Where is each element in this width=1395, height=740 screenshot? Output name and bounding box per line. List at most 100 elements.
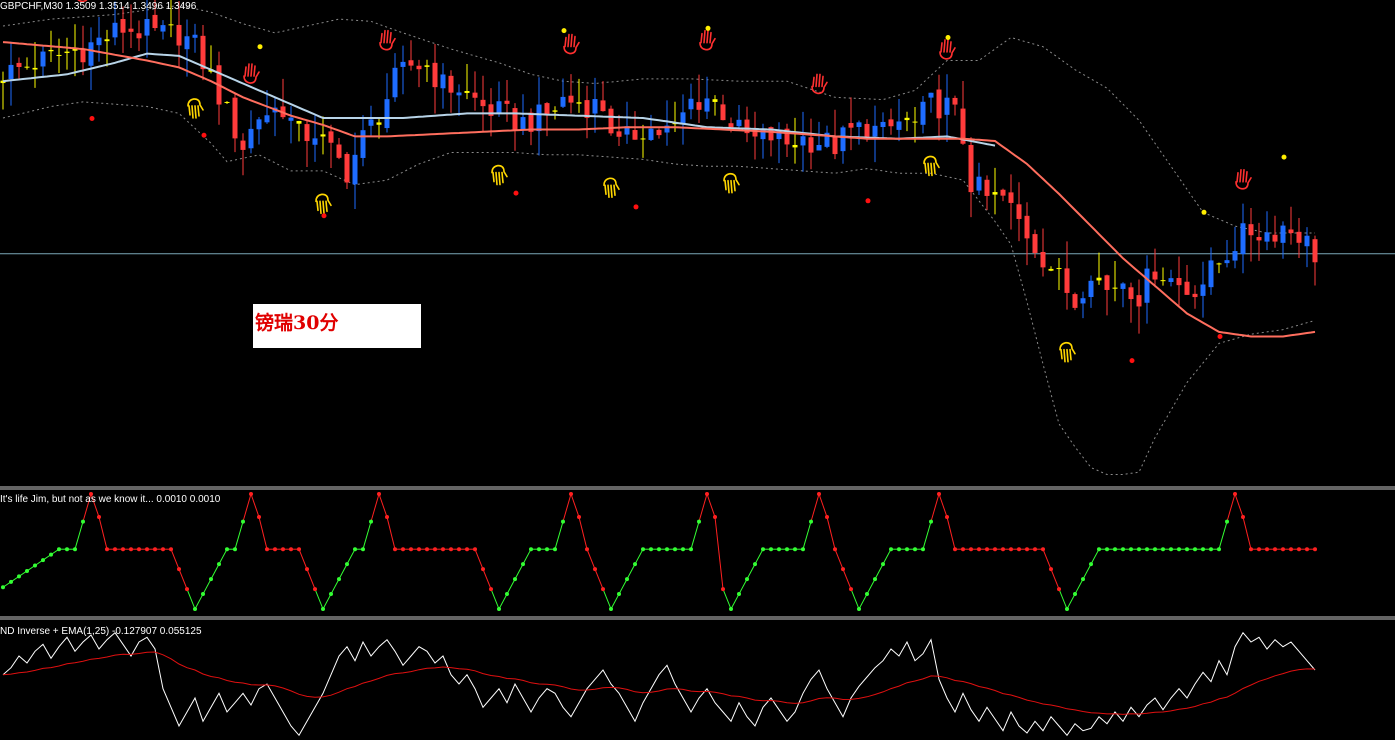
indicator-1-point bbox=[145, 547, 149, 552]
indicator-1-point bbox=[201, 592, 205, 597]
hand-finger bbox=[1063, 348, 1066, 363]
candle-body bbox=[368, 119, 374, 126]
indicator-1-point bbox=[849, 587, 853, 592]
indicator-1-point bbox=[217, 562, 221, 567]
indicator-1-point bbox=[825, 515, 829, 519]
indicator-1-point bbox=[777, 547, 781, 552]
indicator-1-point bbox=[489, 587, 493, 592]
indicator-1-point bbox=[737, 592, 741, 597]
hand-finger bbox=[700, 32, 703, 44]
indicator-1-point bbox=[121, 547, 125, 552]
hand-finger bbox=[1066, 348, 1069, 363]
indicator-1-point bbox=[1297, 547, 1301, 552]
indicator-1-point bbox=[969, 547, 973, 552]
indicator-1-point bbox=[801, 547, 805, 552]
candle-body bbox=[248, 128, 254, 149]
candle-body bbox=[1048, 268, 1054, 271]
candle-body bbox=[1248, 224, 1254, 236]
indicator-1-point bbox=[329, 592, 333, 597]
hand-finger bbox=[244, 66, 247, 77]
candle-body bbox=[616, 131, 622, 137]
indicator-1-point bbox=[529, 547, 533, 552]
candle-body bbox=[1216, 263, 1222, 265]
indicator-1-point bbox=[905, 547, 909, 552]
candle-body bbox=[1232, 251, 1238, 261]
indicator-1-point bbox=[817, 492, 821, 496]
candle-body bbox=[976, 176, 982, 191]
candle-body bbox=[112, 22, 118, 38]
candle-body bbox=[232, 97, 238, 139]
indicator-1-point bbox=[1113, 547, 1117, 552]
candle-body bbox=[736, 119, 742, 127]
indicator-1-point bbox=[1249, 547, 1253, 552]
indicator-1-point bbox=[273, 547, 277, 552]
candle-body bbox=[1008, 192, 1014, 203]
candle-body bbox=[480, 99, 486, 107]
candle-body bbox=[16, 62, 22, 68]
indicator-1-point bbox=[1201, 547, 1205, 552]
hand-finger bbox=[1245, 171, 1248, 183]
candle-body bbox=[384, 99, 390, 129]
indicator-1-point bbox=[1177, 547, 1181, 552]
candle-body bbox=[88, 42, 94, 66]
indicator-1-point bbox=[161, 547, 165, 552]
indicator-1-point bbox=[673, 547, 677, 552]
candle-body bbox=[1056, 268, 1062, 270]
indicator-1-point bbox=[233, 547, 237, 552]
indicator-1-point bbox=[281, 547, 285, 552]
indicator-1-point bbox=[961, 547, 965, 552]
candle-body bbox=[456, 92, 462, 96]
candle-body bbox=[424, 65, 430, 67]
candle-body bbox=[720, 104, 726, 121]
candle-body bbox=[168, 24, 174, 26]
hand-finger bbox=[930, 162, 933, 177]
hand-finger bbox=[733, 179, 736, 192]
candle-body bbox=[640, 138, 646, 140]
candle-body bbox=[712, 99, 718, 102]
indicator-1-point bbox=[881, 562, 885, 567]
candle-body bbox=[184, 36, 190, 50]
indicator-1-point bbox=[705, 492, 709, 496]
indicator-1-point bbox=[1065, 607, 1069, 611]
candle-body bbox=[136, 33, 142, 39]
indicator-1-point bbox=[65, 547, 69, 552]
indicator-1-point bbox=[945, 515, 949, 519]
indicator-1-point bbox=[465, 547, 469, 552]
indicator-1-point bbox=[49, 552, 53, 557]
indicator-1-title: It's life Jim, but not as we know it... … bbox=[0, 494, 221, 505]
indicator-2-title: ND Inverse + EMA(1,25) -0.127907 0.05512… bbox=[0, 626, 202, 637]
indicator-1-point bbox=[633, 562, 637, 567]
indicator-1-point bbox=[1057, 587, 1061, 592]
indicator-1-point bbox=[713, 515, 717, 519]
candle-body bbox=[496, 101, 502, 114]
indicator-1-point bbox=[1097, 547, 1101, 552]
indicator-1-point bbox=[33, 563, 37, 568]
indicator-1-point bbox=[649, 547, 653, 552]
candle-body bbox=[1200, 284, 1206, 296]
indicator-1-point bbox=[1193, 547, 1197, 552]
indicator-1-point bbox=[345, 562, 349, 567]
indicator-1-point bbox=[977, 547, 981, 552]
indicator-1-point bbox=[1025, 547, 1029, 552]
symbol-title: GBPCHF,M30 1.3509 1.3514 1.3496 1.3496 bbox=[0, 1, 197, 12]
candle-body bbox=[800, 136, 806, 146]
candle-body bbox=[880, 121, 886, 128]
indicator-1-point bbox=[521, 562, 525, 567]
indicator-1-point bbox=[81, 519, 85, 524]
indicator-1-point bbox=[193, 607, 197, 611]
candle-body bbox=[952, 97, 958, 105]
hand-finger bbox=[821, 75, 824, 88]
candle-body bbox=[1184, 281, 1190, 295]
candle-body bbox=[792, 144, 798, 148]
indicator-1-point bbox=[1049, 567, 1053, 572]
indicator-1-point bbox=[25, 568, 29, 573]
hand-finger bbox=[1069, 348, 1072, 361]
candle-body bbox=[1280, 225, 1286, 243]
indicator-1-point bbox=[441, 547, 445, 552]
indicator-1-point bbox=[761, 547, 765, 552]
candle-body bbox=[1088, 280, 1094, 298]
candle-body bbox=[32, 67, 38, 70]
indicator-1-point bbox=[433, 547, 437, 552]
candle-body bbox=[1136, 295, 1142, 307]
candle-body bbox=[648, 128, 654, 140]
